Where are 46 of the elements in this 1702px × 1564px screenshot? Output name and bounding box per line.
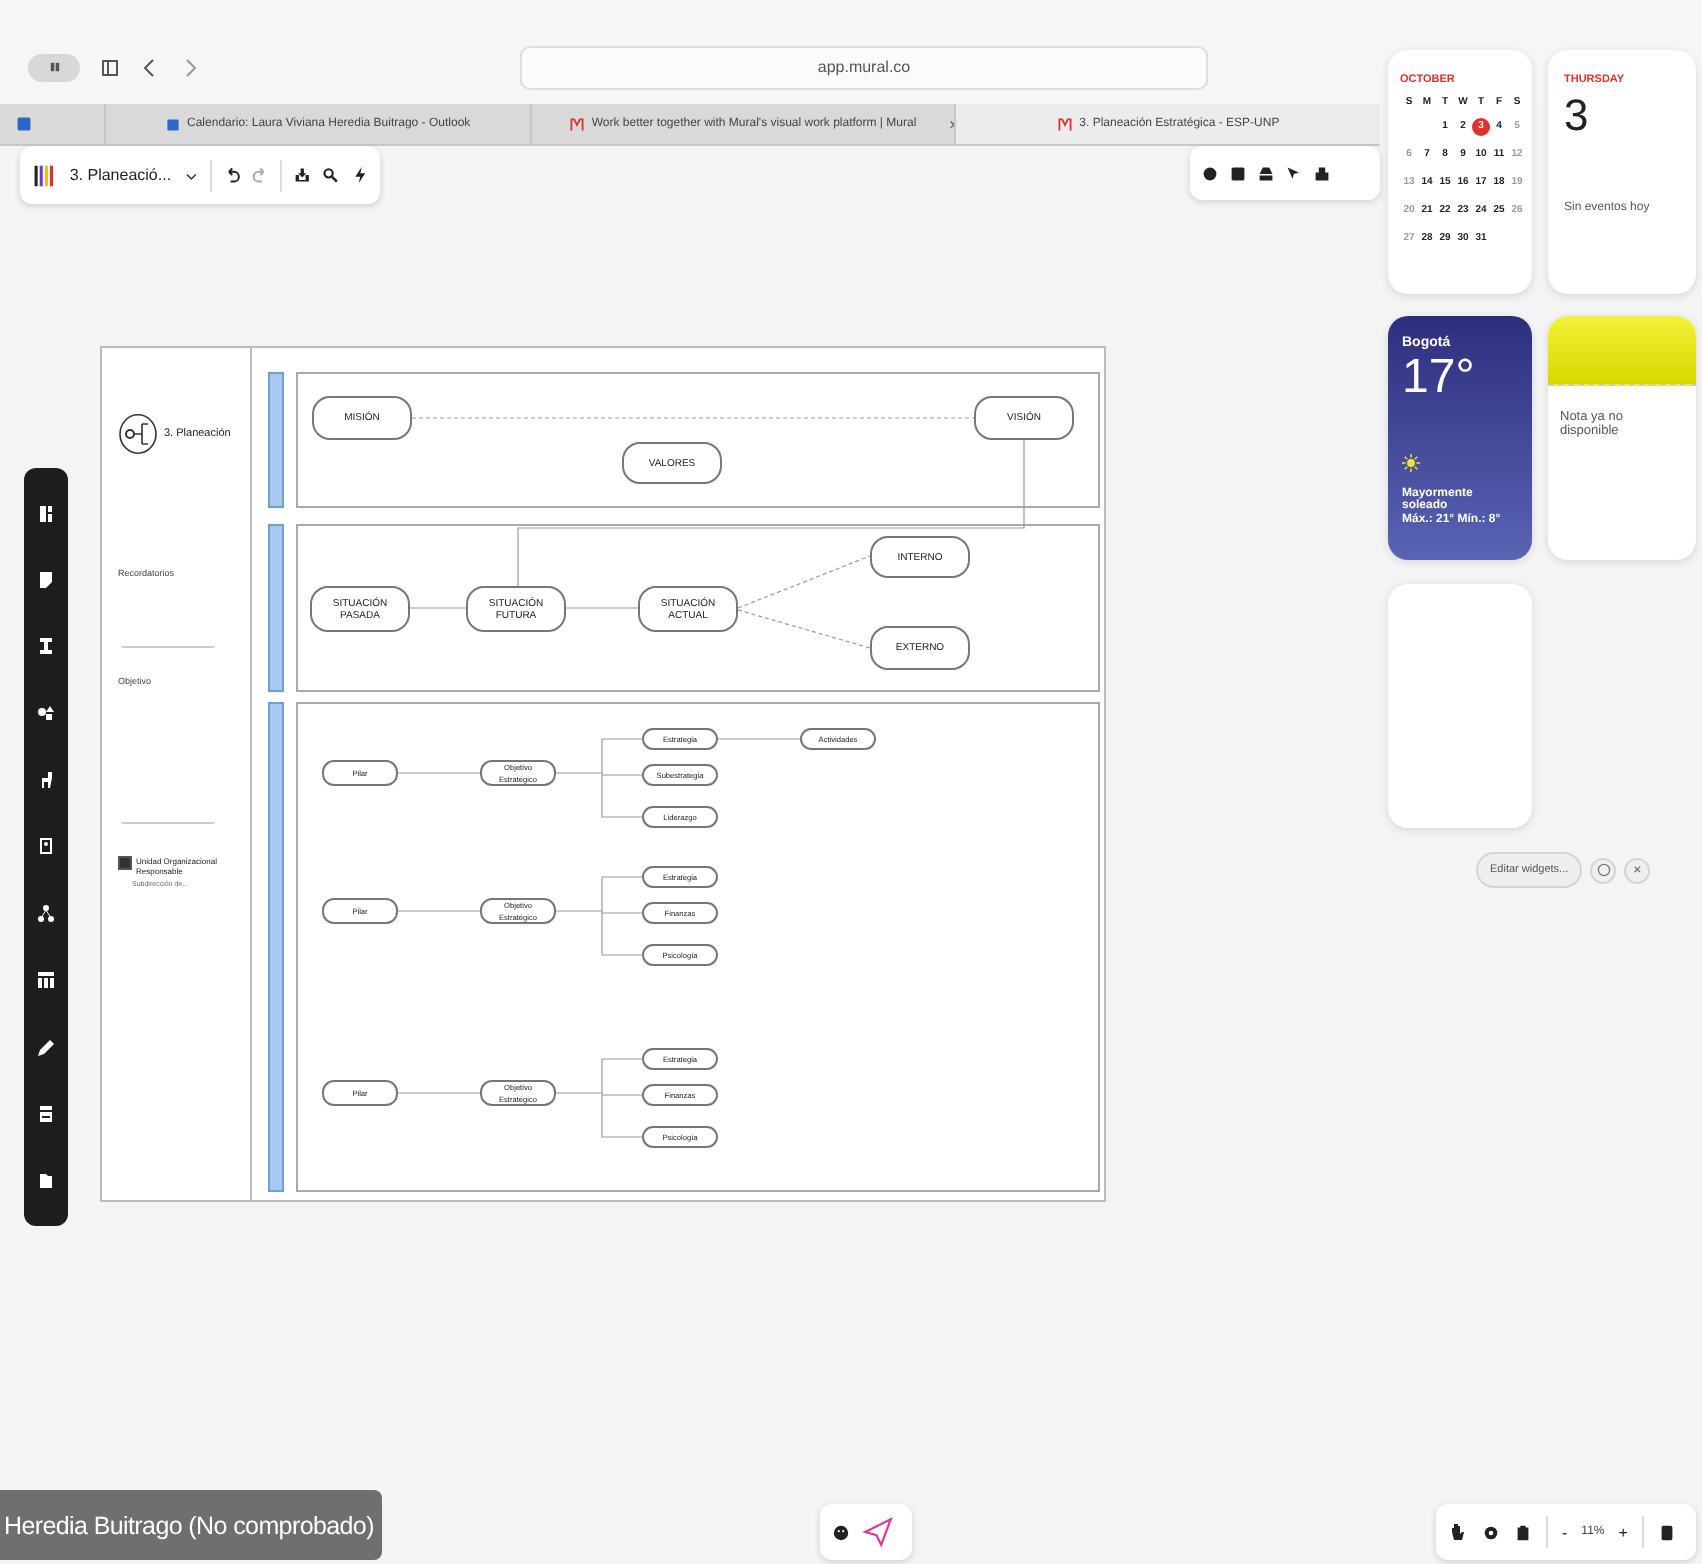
logo-icon (569, 117, 584, 131)
frame-icon[interactable] (36, 1103, 56, 1124)
cursor-icon[interactable] (1286, 165, 1302, 181)
sidebar-icon[interactable] (100, 57, 120, 77)
diagram-icon[interactable] (36, 903, 56, 924)
sun-icon (1402, 454, 1420, 472)
panel-icon[interactable] (36, 503, 56, 524)
tab-overview-button[interactable] (28, 53, 80, 81)
download-icon[interactable] (294, 166, 311, 184)
logo-icon (1057, 117, 1072, 131)
pen-icon[interactable] (36, 1037, 56, 1058)
lane-bar (268, 372, 284, 508)
zoom-out-button[interactable]: - (1562, 1523, 1568, 1541)
back-icon[interactable] (140, 57, 160, 77)
connector-line (717, 738, 801, 740)
forward-icon[interactable] (180, 57, 200, 77)
user-label: Heredia Buitrago (No comprobado) (0, 1490, 382, 1560)
connector-line (565, 607, 639, 609)
address-field[interactable]: app.mural.co (520, 45, 1208, 89)
smiley-icon[interactable] (832, 1523, 850, 1541)
logo-icon (32, 161, 58, 189)
paper-plane-icon[interactable] (862, 1514, 894, 1550)
search-icon[interactable] (322, 166, 340, 184)
connector-line (397, 910, 481, 912)
settings-button[interactable] (1590, 857, 1617, 883)
checkbox[interactable] (118, 856, 132, 870)
board-title[interactable]: 3. Planeació... (69, 166, 172, 184)
date-number: 3 (1564, 90, 1591, 142)
image-icon[interactable] (36, 836, 56, 857)
table-icon[interactable] (36, 970, 56, 991)
connector-line (397, 772, 481, 774)
zoom-in-button[interactable]: + (1618, 1523, 1628, 1541)
connector-line (409, 607, 467, 609)
temperature: 17° (1402, 350, 1477, 406)
note-icon[interactable] (36, 570, 56, 591)
connector-line (737, 609, 871, 649)
llama-icon[interactable] (36, 770, 56, 791)
undo-icon[interactable] (223, 166, 241, 184)
clipboard-icon[interactable] (1514, 1523, 1532, 1541)
shapes-icon[interactable] (36, 703, 56, 724)
hand-icon[interactable] (1448, 1522, 1468, 1542)
network-icon (118, 412, 158, 456)
grid-icon (47, 60, 61, 74)
lightning-icon[interactable] (351, 166, 368, 184)
text-icon[interactable] (36, 636, 56, 657)
connector-line (397, 1092, 481, 1094)
